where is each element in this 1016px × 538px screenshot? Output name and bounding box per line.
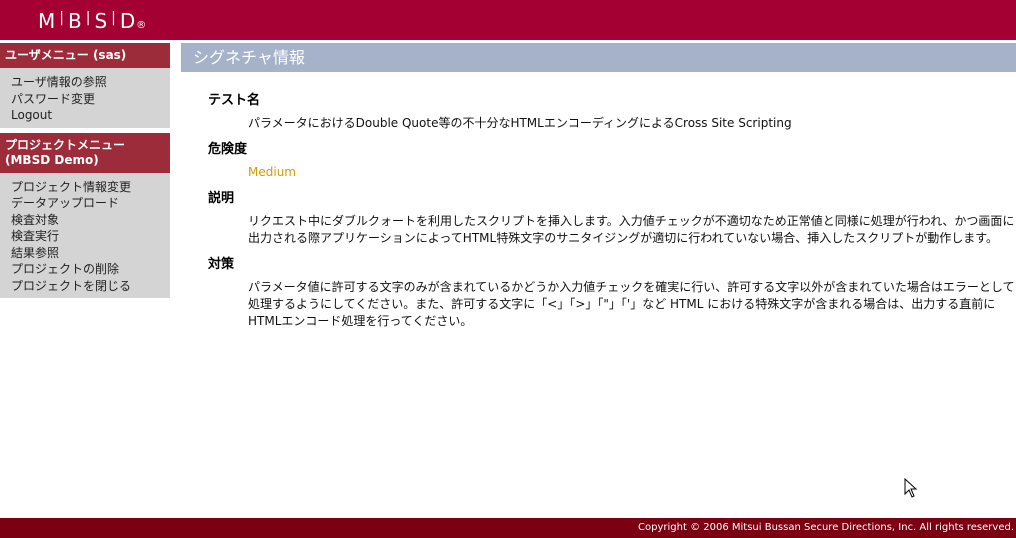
countermeasure-text: パラメータ値に許可する文字のみが含まれているかどうか入力値チェックを確実に行い、…: [248, 280, 1015, 328]
page-title-bar: シグネチャ情報: [181, 43, 1016, 72]
sidebar: ユーザメニュー (sas) ユーザ情報の参照 パスワード変更 Logout プロ…: [0, 40, 170, 298]
menu-view-results[interactable]: 結果参照: [0, 245, 170, 262]
copyright-text: Copyright © 2006 Mitsui Bussan Secure Di…: [638, 522, 1014, 533]
logo-letter-m: M: [38, 9, 57, 33]
header-bar: M | B | S | D®: [0, 0, 1016, 40]
test-name-heading: テスト名: [208, 93, 261, 108]
menu-delete-project[interactable]: プロジェクトの削除: [0, 261, 170, 278]
countermeasure-heading: 対策: [208, 257, 235, 272]
user-menu-list: ユーザ情報の参照 パスワード変更 Logout: [0, 68, 170, 128]
description-heading: 説明: [208, 191, 235, 206]
project-menu-list: プロジェクト情報変更 データアップロード 検査対象 検査実行 結果参照 プロジェ…: [0, 172, 170, 298]
signature-details: テスト名 パラメータにおけるDouble Quote等の不十分なHTMLエンコー…: [208, 92, 1016, 339]
project-menu-title-line2: (MBSD Demo): [5, 152, 99, 167]
page-title: シグネチャ情報: [193, 48, 305, 67]
project-menu-title: プロジェクトメニュー (MBSD Demo): [0, 132, 170, 173]
logo-letter-s: S: [94, 9, 109, 33]
risk-level-heading: 危険度: [208, 142, 248, 157]
user-menu-title: ユーザメニュー (sas): [0, 43, 170, 68]
description-text: リクエスト中にダブルクォートを利用したスクリプトを挿入します。入力値チェックが不…: [248, 214, 1015, 245]
menu-data-upload[interactable]: データアップロード: [0, 195, 170, 212]
footer-bar: Copyright © 2006 Mitsui Bussan Secure Di…: [0, 518, 1016, 538]
test-name-value: パラメータにおけるDouble Quote等の不十分なHTMLエンコーディングに…: [248, 116, 792, 130]
menu-user-info[interactable]: ユーザ情報の参照: [0, 74, 170, 91]
menu-run-scan[interactable]: 検査実行: [0, 228, 170, 245]
project-menu-title-line1: プロジェクトメニュー: [5, 137, 126, 152]
logo-letter-d: D: [119, 9, 137, 33]
menu-project-info-edit[interactable]: プロジェクト情報変更: [0, 179, 170, 196]
risk-level-value: Medium: [248, 165, 296, 179]
logo-letter-b: B: [67, 9, 83, 33]
mouse-pointer-icon: [904, 478, 918, 498]
menu-logout[interactable]: Logout: [0, 107, 170, 124]
menu-close-project[interactable]: プロジェクトを閉じる: [0, 278, 170, 295]
mbsd-logo: M | B | S | D®: [38, 9, 148, 33]
menu-scan-target[interactable]: 検査対象: [0, 212, 170, 229]
menu-change-password[interactable]: パスワード変更: [0, 91, 170, 108]
